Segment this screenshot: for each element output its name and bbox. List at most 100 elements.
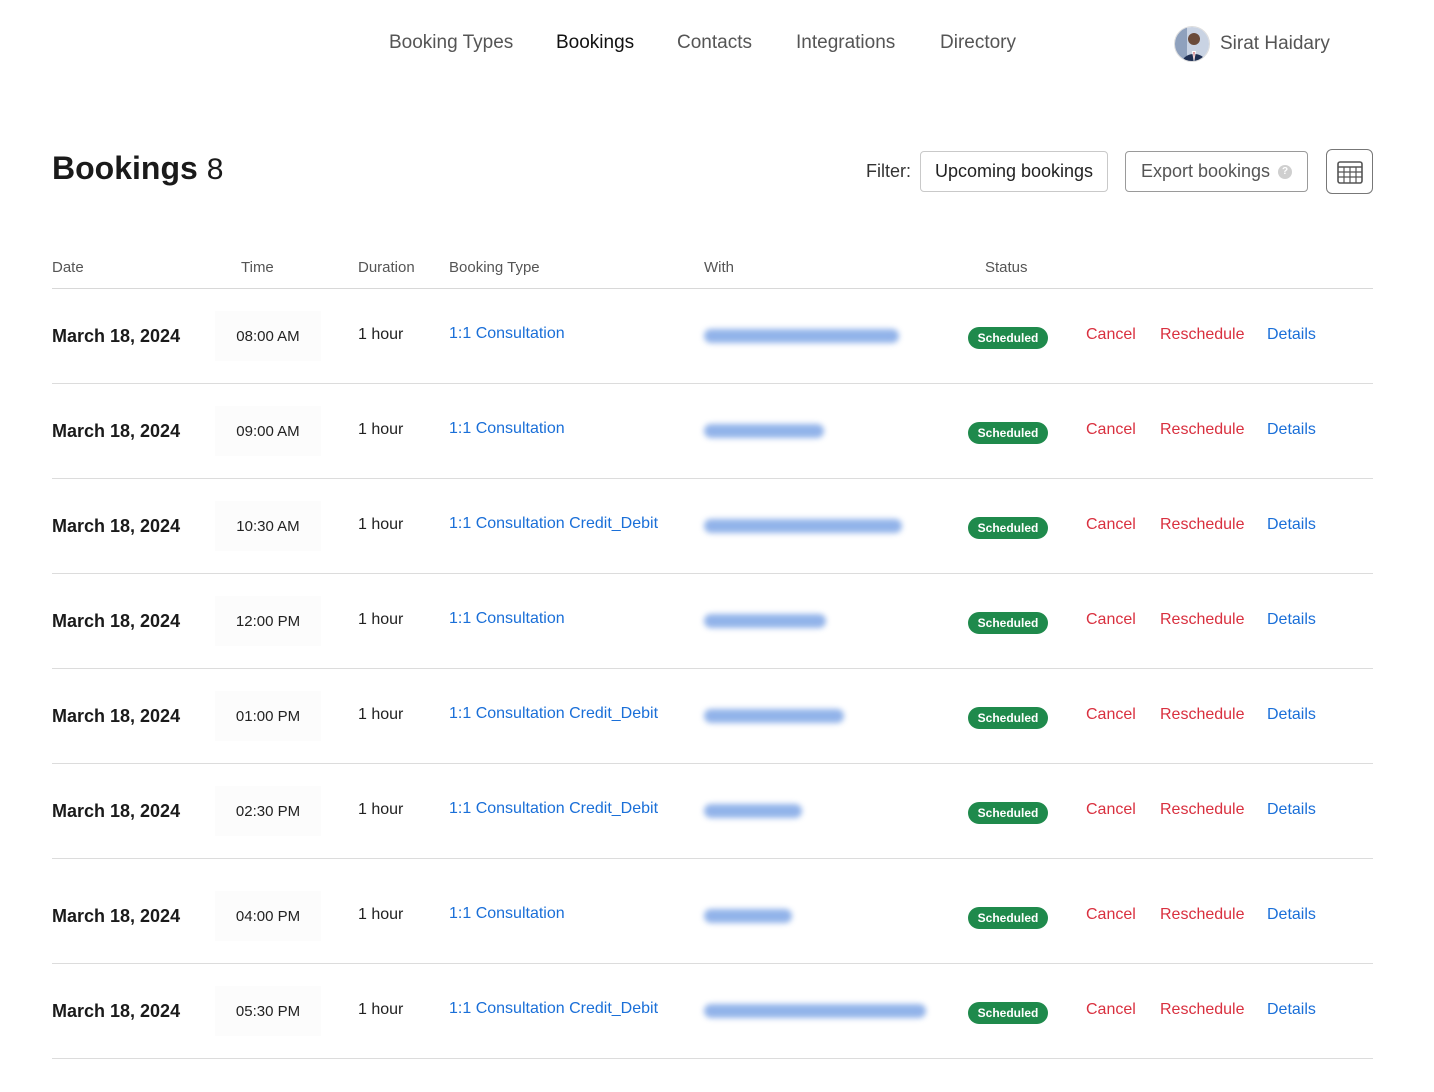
redacted-name-blur <box>704 329 899 343</box>
details-link[interactable]: Details <box>1267 906 1316 924</box>
details-link[interactable]: Details <box>1267 1001 1316 1019</box>
row-booking-type-link[interactable]: 1:1 Consultation Credit_Debit <box>449 800 658 818</box>
row-date: March 18, 2024 <box>52 326 181 346</box>
reschedule-link[interactable]: Reschedule <box>1160 516 1245 534</box>
avatar <box>1174 26 1210 62</box>
row-with-redacted[interactable] <box>704 422 824 440</box>
row-date: March 18, 2024 <box>52 801 181 821</box>
reschedule-link[interactable]: Reschedule <box>1160 326 1245 344</box>
cancel-link[interactable]: Cancel <box>1086 516 1136 534</box>
row-with-redacted[interactable] <box>704 517 902 535</box>
column-with: With <box>704 259 734 276</box>
row-booking-type-link[interactable]: 1:1 Consultation <box>449 610 565 628</box>
cancel-link[interactable]: Cancel <box>1086 326 1136 344</box>
row-duration: 1 hour <box>358 801 404 818</box>
redacted-name-blur <box>704 709 844 723</box>
help-icon[interactable]: ? <box>1278 164 1293 179</box>
reschedule-link[interactable]: Reschedule <box>1160 611 1245 629</box>
row-time: 05:30 PM <box>215 986 321 1036</box>
redacted-name-blur <box>704 1004 926 1018</box>
redacted-name-blur <box>704 424 824 438</box>
row-duration: 1 hour <box>358 1001 404 1018</box>
status-badge: Scheduled <box>968 612 1048 634</box>
row-time: 12:00 PM <box>215 596 321 646</box>
row-duration: 1 hour <box>358 906 404 923</box>
status-badge: Scheduled <box>968 707 1048 729</box>
row-time: 09:00 AM <box>215 406 321 456</box>
status-badge: Scheduled <box>968 517 1048 539</box>
table-row: March 18, 2024 09:00 AM 1 hour 1:1 Consu… <box>52 384 1373 479</box>
row-booking-type-link[interactable]: 1:1 Consultation <box>449 325 565 343</box>
row-booking-type-link[interactable]: 1:1 Consultation Credit_Debit <box>449 515 658 533</box>
details-link[interactable]: Details <box>1267 801 1316 819</box>
row-with-redacted[interactable] <box>704 707 844 725</box>
row-duration: 1 hour <box>358 326 404 343</box>
row-time: 10:30 AM <box>215 501 321 551</box>
cancel-link[interactable]: Cancel <box>1086 906 1136 924</box>
nav-booking-types[interactable]: Booking Types <box>389 32 513 54</box>
nav-integrations[interactable]: Integrations <box>796 32 895 54</box>
details-link[interactable]: Details <box>1267 326 1316 344</box>
bookings-count: 8 <box>206 153 224 186</box>
reschedule-link[interactable]: Reschedule <box>1160 1001 1245 1019</box>
redacted-name-blur <box>704 614 826 628</box>
row-duration: 1 hour <box>358 421 404 438</box>
calendar-view-button[interactable] <box>1326 149 1373 194</box>
row-date: March 18, 2024 <box>52 706 181 726</box>
column-time: Time <box>241 259 274 276</box>
column-status: Status <box>985 259 1028 276</box>
table-row: March 18, 2024 04:00 PM 1 hour 1:1 Consu… <box>52 869 1373 964</box>
row-date: March 18, 2024 <box>52 421 181 441</box>
row-booking-type-link[interactable]: 1:1 Consultation Credit_Debit <box>449 1000 658 1018</box>
table-row: March 18, 2024 08:00 AM 1 hour 1:1 Consu… <box>52 289 1373 384</box>
row-booking-type-link[interactable]: 1:1 Consultation <box>449 420 565 438</box>
row-with-redacted[interactable] <box>704 907 792 925</box>
row-date: March 18, 2024 <box>52 906 181 926</box>
details-link[interactable]: Details <box>1267 611 1316 629</box>
reschedule-link[interactable]: Reschedule <box>1160 906 1245 924</box>
reschedule-link[interactable]: Reschedule <box>1160 421 1245 439</box>
row-booking-type-link[interactable]: 1:1 Consultation Credit_Debit <box>449 705 658 723</box>
top-nav: Booking Types Bookings Contacts Integrat… <box>0 0 1434 90</box>
page-title: Bookings 8 <box>52 150 223 187</box>
cancel-link[interactable]: Cancel <box>1086 611 1136 629</box>
row-booking-type-link[interactable]: 1:1 Consultation <box>449 905 565 923</box>
row-time: 02:30 PM <box>215 786 321 836</box>
row-with-redacted[interactable] <box>704 1002 926 1020</box>
status-badge: Scheduled <box>968 1002 1048 1024</box>
column-duration: Duration <box>358 259 415 276</box>
table-row: March 18, 2024 05:30 PM 1 hour 1:1 Consu… <box>52 964 1373 1059</box>
status-badge: Scheduled <box>968 327 1048 349</box>
details-link[interactable]: Details <box>1267 706 1316 724</box>
cancel-link[interactable]: Cancel <box>1086 706 1136 724</box>
row-date: March 18, 2024 <box>52 611 181 631</box>
table-row: March 18, 2024 10:30 AM 1 hour 1:1 Consu… <box>52 479 1373 574</box>
details-link[interactable]: Details <box>1267 421 1316 439</box>
redacted-name-blur <box>704 519 902 533</box>
row-with-redacted[interactable] <box>704 612 826 630</box>
cancel-link[interactable]: Cancel <box>1086 421 1136 439</box>
column-date: Date <box>52 259 84 276</box>
nav-contacts[interactable]: Contacts <box>677 32 752 54</box>
row-with-redacted[interactable] <box>704 327 899 345</box>
nav-bookings[interactable]: Bookings <box>556 32 634 54</box>
redacted-name-blur <box>704 909 792 923</box>
page-title-text: Bookings <box>52 150 198 186</box>
row-with-redacted[interactable] <box>704 802 802 820</box>
calendar-icon <box>1336 160 1363 184</box>
filter-dropdown[interactable]: Upcoming bookings <box>920 151 1108 192</box>
column-booking-type: Booking Type <box>449 259 540 276</box>
cancel-link[interactable]: Cancel <box>1086 801 1136 819</box>
export-bookings-button[interactable]: Export bookings ? <box>1125 151 1308 192</box>
table-row: March 18, 2024 02:30 PM 1 hour 1:1 Consu… <box>52 764 1373 859</box>
nav-directory[interactable]: Directory <box>940 32 1016 54</box>
details-link[interactable]: Details <box>1267 516 1316 534</box>
reschedule-link[interactable]: Reschedule <box>1160 706 1245 724</box>
user-photo-icon <box>1175 27 1209 61</box>
row-time: 08:00 AM <box>215 311 321 361</box>
cancel-link[interactable]: Cancel <box>1086 1001 1136 1019</box>
user-menu[interactable]: Sirat Haidary <box>1174 26 1330 62</box>
reschedule-link[interactable]: Reschedule <box>1160 801 1245 819</box>
filter-label: Filter: <box>866 161 911 181</box>
row-time: 01:00 PM <box>215 691 321 741</box>
